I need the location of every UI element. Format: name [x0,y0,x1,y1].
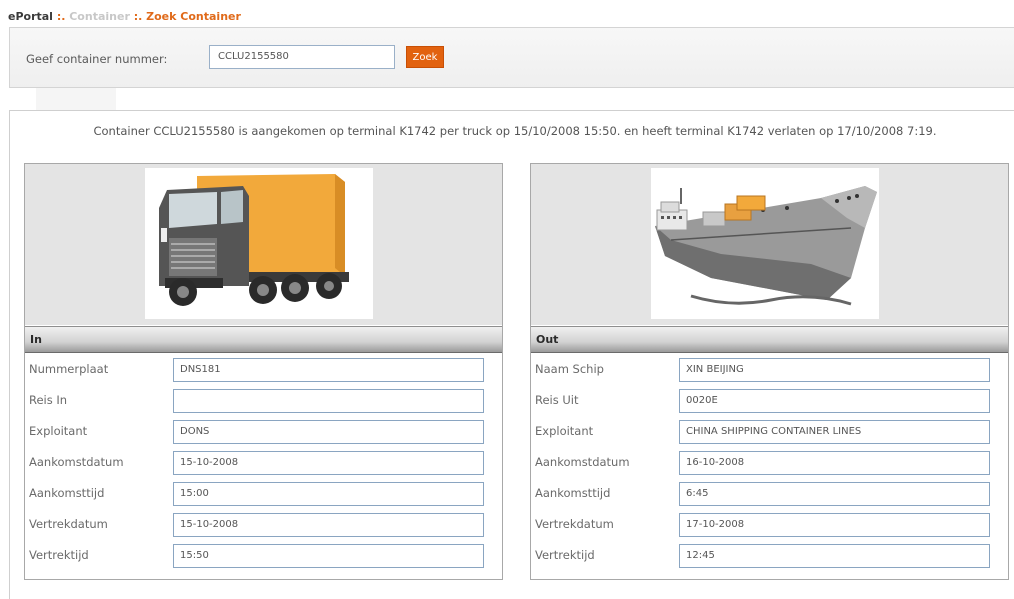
out-rows: Naam Schip XIN BEIJING Reis Uit 0020E Ex… [531,354,1008,571]
search-label: Geef container nummer: [26,52,168,66]
out-row-aankomstdatum: Aankomstdatum 16-10-2008 [531,447,1008,478]
out-row-reis-uit: Reis Uit 0020E [531,385,1008,416]
out-exploitant-field[interactable]: CHINA SHIPPING CONTAINER LINES [679,420,990,444]
row-label: Nummerplaat [29,362,109,376]
breadcrumb: ePortal :. Container :. Zoek Container [8,10,241,23]
out-aankomsttijd-field[interactable]: 6:45 [679,482,990,506]
row-label: Vertrekdatum [535,517,614,531]
row-label: Reis Uit [535,393,579,407]
in-exploitant-field[interactable]: DONS [173,420,484,444]
result-panel: Container CCLU2155580 is aangekomen op t… [9,110,1014,599]
in-row-aankomsttijd: Aankomsttijd 15:00 [25,478,502,509]
breadcrumb-separator: :. [133,10,143,23]
in-vertrekdatum-field[interactable]: 15-10-2008 [173,513,484,537]
breadcrumb-container[interactable]: Container [69,10,130,23]
out-row-vertrektijd: Vertrektijd 12:45 [531,540,1008,571]
in-panel-title: In [25,326,502,353]
row-label: Exploitant [29,424,88,438]
breadcrumb-separator: :. [56,10,66,23]
row-label: Vertrekdatum [29,517,108,531]
in-vertrektijd-field[interactable]: 15:50 [173,544,484,568]
container-number-input[interactable]: CCLU2155580 [209,45,395,69]
row-label: Reis In [29,393,68,407]
row-label: Aankomsttijd [29,486,105,500]
in-row-reis-in: Reis In [25,385,502,416]
in-aankomsttijd-field[interactable]: 15:00 [173,482,484,506]
row-label: Exploitant [535,424,594,438]
in-image-area [25,164,502,325]
naam-schip-field[interactable]: XIN BEIJING [679,358,990,382]
ship-icon [651,168,879,319]
truck-icon [145,168,373,319]
out-image-area [531,164,1008,325]
in-aankomstdatum-field[interactable]: 15-10-2008 [173,451,484,475]
out-aankomstdatum-field[interactable]: 16-10-2008 [679,451,990,475]
status-message: Container CCLU2155580 is aangekomen op t… [93,124,937,138]
in-panel: In Nummerplaat DNS181 Reis In Exploitant… [24,163,503,580]
in-row-nummerplaat: Nummerplaat DNS181 [25,354,502,385]
out-vertrekdatum-field[interactable]: 17-10-2008 [679,513,990,537]
reis-in-field[interactable] [173,389,484,413]
nummerplaat-field[interactable]: DNS181 [173,358,484,382]
tab-shade [36,88,116,110]
in-rows: Nummerplaat DNS181 Reis In Exploitant DO… [25,354,502,571]
row-label: Aankomstdatum [29,455,124,469]
reis-uit-field[interactable]: 0020E [679,389,990,413]
breadcrumb-current: Zoek Container [146,10,241,23]
in-row-vertrektijd: Vertrektijd 15:50 [25,540,502,571]
out-row-vertrekdatum: Vertrekdatum 17-10-2008 [531,509,1008,540]
out-panel: Out Naam Schip XIN BEIJING Reis Uit 0020… [530,163,1009,580]
out-row-exploitant: Exploitant CHINA SHIPPING CONTAINER LINE… [531,416,1008,447]
row-label: Aankomstdatum [535,455,630,469]
row-label: Vertrektijd [29,548,89,562]
out-row-naam-schip: Naam Schip XIN BEIJING [531,354,1008,385]
in-row-vertrekdatum: Vertrekdatum 15-10-2008 [25,509,502,540]
in-row-exploitant: Exploitant DONS [25,416,502,447]
in-row-aankomstdatum: Aankomstdatum 15-10-2008 [25,447,502,478]
out-row-aankomsttijd: Aankomsttijd 6:45 [531,478,1008,509]
out-panel-title: Out [531,326,1008,353]
out-vertrektijd-field[interactable]: 12:45 [679,544,990,568]
breadcrumb-home[interactable]: ePortal [8,10,53,23]
zoek-button[interactable]: Zoek [406,46,444,68]
row-label: Vertrektijd [535,548,595,562]
row-label: Aankomsttijd [535,486,611,500]
row-label: Naam Schip [535,362,604,376]
search-panel: Geef container nummer: CCLU2155580 Zoek [9,27,1014,88]
